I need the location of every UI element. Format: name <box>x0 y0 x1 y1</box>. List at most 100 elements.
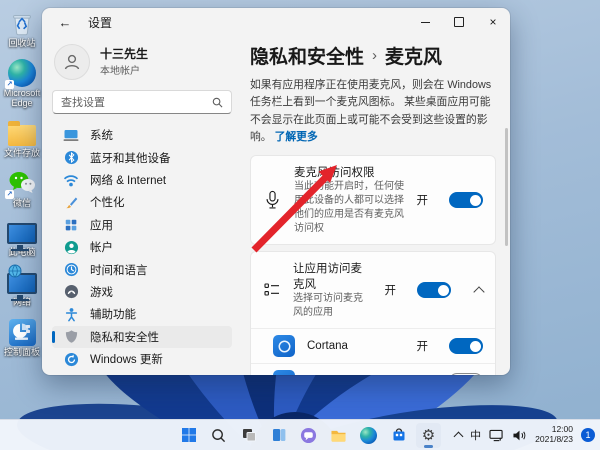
sidebar-item-privacy-security[interactable]: 隐私和安全性 <box>52 325 232 348</box>
shortcut-arrow-icon: ↗ <box>5 189 14 199</box>
sidebar-item-windows-update[interactable]: Windows 更新 <box>52 348 232 370</box>
edge-button[interactable] <box>356 423 381 448</box>
sidebar-item-label: 辅助功能 <box>90 309 136 322</box>
taskbar-center-icons: ⚙ <box>176 420 441 450</box>
sidebar-item-label: 帐户 <box>90 242 113 255</box>
breadcrumb-parent[interactable]: 隐私和安全性 <box>250 42 364 69</box>
cortana-icon <box>273 335 295 358</box>
chat-icon <box>300 427 317 443</box>
desktop-icon-label: 文件存放 <box>3 147 40 158</box>
desktop-icon-control-panel[interactable]: 控制面板 <box>1 317 43 358</box>
widgets-button[interactable] <box>266 423 291 448</box>
ime-indicator[interactable]: 中 <box>470 427 481 443</box>
search-input[interactable]: 查找设置 <box>52 90 232 114</box>
desktop-icon-wechat[interactable]: ↗ 微信 <box>1 168 43 209</box>
avatar <box>54 44 90 80</box>
sidebar-item-network-internet[interactable]: 网络 & Internet <box>52 169 232 191</box>
app-name: Cortana <box>307 340 348 353</box>
sidebar-item-apps[interactable]: 应用 <box>52 214 232 236</box>
sidebar-nav: 系统 蓝牙和其他设备 网络 & Internet 个性化 应用 帐户 时间和语言… <box>52 124 236 370</box>
setting-description: 选择可访问麦克风的应用 <box>293 293 363 319</box>
app-list-icon <box>264 283 279 296</box>
task-view-button[interactable] <box>236 423 261 448</box>
recycle-bin-icon <box>7 8 37 38</box>
app-row-cortana[interactable]: Cortana 开 <box>251 328 495 363</box>
user-account[interactable]: 十三先生 本地帐户 <box>54 44 236 80</box>
desktop-icon-edge[interactable]: ↗ Microsoft Edge <box>1 58 43 109</box>
file-explorer-icon <box>331 430 346 442</box>
bluetooth-icon <box>63 150 79 166</box>
maximize-button[interactable] <box>442 8 476 36</box>
learn-more-link[interactable]: 了解更多 <box>275 131 318 143</box>
sidebar-item-accessibility[interactable]: 辅助功能 <box>52 303 232 325</box>
settings-button[interactable]: ⚙ <box>416 422 441 448</box>
gamepad-icon <box>63 284 79 300</box>
settings-window: ← 设置 × 十三先生 本地帐户 查找设置 系统 蓝牙和其他设备 网络 & In… <box>42 8 510 375</box>
sidebar-item-time-language[interactable]: 时间和语言 <box>52 258 232 280</box>
update-icon <box>63 351 79 367</box>
mic-access-toggle[interactable] <box>449 192 483 209</box>
desktop-icon-label: Microsoft Edge <box>3 87 41 108</box>
notification-badge[interactable]: 1 <box>581 428 595 442</box>
clock[interactable]: 12:00 2021/8/23 <box>535 424 573 445</box>
maximize-icon <box>454 17 464 27</box>
setting-title: 麦克风访问权限 <box>294 167 375 180</box>
widgets-icon <box>272 429 285 441</box>
sidebar-item-system[interactable]: 系统 <box>52 124 232 146</box>
setting-title: 让应用访问麦克风 <box>293 263 362 292</box>
network-globe-icon <box>7 264 37 301</box>
microphone-icon <box>266 190 279 209</box>
window-title: 设置 <box>88 15 113 30</box>
folder-icon <box>7 118 37 148</box>
scrollbar[interactable] <box>505 128 508 246</box>
sidebar-item-label: 个性化 <box>90 197 125 210</box>
sidebar-item-label: 游戏 <box>90 286 113 299</box>
app-access-header-row[interactable]: 让应用访问麦克风 选择可访问麦克风的应用 开 <box>251 252 495 328</box>
windows-start-icon <box>181 428 196 442</box>
back-button[interactable]: ← <box>52 11 78 33</box>
sidebar-item-label: 网络 & Internet <box>90 174 167 187</box>
app-toggle[interactable] <box>449 373 483 375</box>
taskbar: ⚙ 中 12:00 2021/8/23 1 <box>0 419 600 450</box>
page-description: 如果有应用程序正在使用麦克风，则会在 Windows 任务栏上看到一个麦克风图标… <box>250 77 496 146</box>
store-button[interactable] <box>386 423 411 448</box>
sidebar-item-bluetooth[interactable]: 蓝牙和其他设备 <box>52 146 232 168</box>
app-toggle[interactable] <box>449 338 483 355</box>
sidebar-item-accounts[interactable]: 帐户 <box>52 236 232 258</box>
app-row-microsoft-store[interactable]: Microsoft Store 关 <box>251 363 495 375</box>
network-tray-icon[interactable] <box>489 429 504 442</box>
desktop-icon-recycle-bin[interactable]: 回收站 <box>1 8 43 49</box>
collapse-chevron-icon[interactable] <box>473 285 485 298</box>
edge-icon: ↗ <box>5 58 37 89</box>
minimize-button[interactable] <box>408 8 442 36</box>
store-icon <box>393 428 404 441</box>
this-pc-icon <box>7 217 37 251</box>
sidebar-item-label: Windows 更新 <box>90 354 163 367</box>
mic-access-row[interactable]: 麦克风访问权限 当此功能开启时，任何使用此设备的人都可以选择他们的应用是否有麦克… <box>251 156 495 244</box>
toggle-state-label: 开 <box>416 195 429 208</box>
app-access-toggle[interactable] <box>417 282 451 299</box>
file-explorer-button[interactable] <box>326 423 351 448</box>
volume-tray-icon[interactable] <box>512 429 527 442</box>
start-button[interactable] <box>176 423 201 448</box>
chat-button[interactable] <box>296 423 321 448</box>
search-icon <box>212 97 223 107</box>
desktop-icon-network[interactable]: 网络 <box>1 264 43 308</box>
settings-sidebar: 十三先生 本地帐户 查找设置 系统 蓝牙和其他设备 网络 & Internet … <box>42 36 240 375</box>
desktop-icon-this-pc[interactable]: 此电脑 <box>1 217 43 258</box>
taskbar-search-button[interactable] <box>206 423 231 448</box>
account-type: 本地帐户 <box>100 65 140 77</box>
minimize-icon <box>420 21 430 23</box>
wechat-icon: ↗ <box>5 168 37 199</box>
sidebar-item-personalization[interactable]: 个性化 <box>52 191 232 213</box>
sidebar-item-label: 时间和语言 <box>90 264 148 277</box>
sidebar-item-label: 蓝牙和其他设备 <box>90 152 171 165</box>
clock-globe-icon <box>63 262 79 278</box>
close-button[interactable]: × <box>476 8 510 36</box>
page-title: 麦克风 <box>385 47 443 68</box>
desktop-icon-folder[interactable]: 文件存放 <box>1 118 43 159</box>
sidebar-item-gaming[interactable]: 游戏 <box>52 281 232 303</box>
hidden-icons-chevron-icon[interactable] <box>453 431 464 442</box>
toggle-state-label: 关 <box>417 373 429 375</box>
apps-icon <box>63 217 79 233</box>
